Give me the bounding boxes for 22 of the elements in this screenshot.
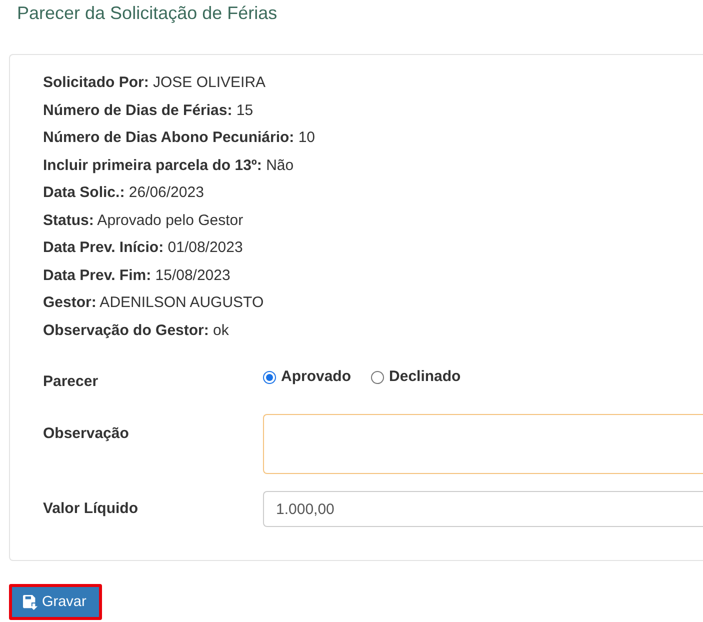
amount-field[interactable]: 1.000,00 [263, 491, 703, 527]
page-title: Parecer da Solicitação de Férias [17, 2, 278, 25]
radio-label[interactable]: Aprovado [281, 367, 352, 387]
detail-line: Número de Dias Abono Pecuniário: 10 [43, 128, 316, 148]
detail-line: Data Prev. Fim: 15/08/2023 [43, 266, 230, 286]
radio-button[interactable] [263, 370, 276, 384]
detail-line: Data Solic.: 26/06/2023 [43, 183, 204, 203]
detail-line: Observação do Gestor: ok [43, 320, 229, 340]
detail-line: Gestor: ADENILSON AUGUSTO [43, 293, 264, 313]
detail-line: Data Prev. Início: 01/08/2023 [43, 238, 243, 258]
radio-button[interactable] [371, 370, 384, 384]
detail-line: Incluir primeira parcela do 13º: Não [43, 156, 294, 176]
save-icon [23, 594, 38, 610]
field-label: Valor Líquido [43, 499, 138, 519]
detail-line: Solicitado Por: JOSE OLIVEIRA [43, 73, 266, 93]
field-label: Observação [43, 424, 129, 444]
detail-line: Status: Aprovado pelo Gestor [43, 210, 244, 230]
radio-label[interactable]: Declinado [389, 367, 461, 387]
field-label: Parecer [43, 372, 98, 392]
observation-field[interactable] [263, 414, 703, 474]
save-button[interactable]: Gravar [9, 584, 102, 620]
detail-line: Número de Dias de Férias: 15 [43, 100, 254, 120]
